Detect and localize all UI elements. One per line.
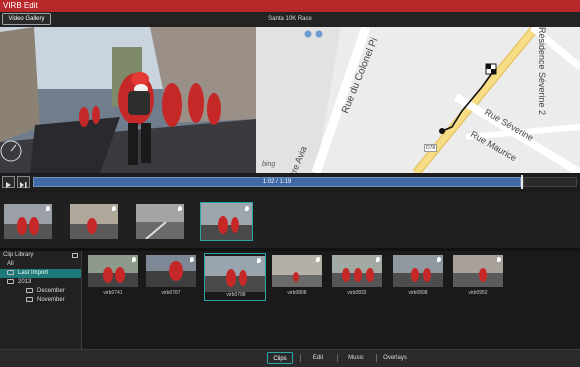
location-pin-icon	[132, 257, 136, 262]
edit-strip	[0, 192, 580, 248]
video-title: Santa 10K Race	[268, 16, 312, 22]
library-item-label: All	[7, 261, 14, 267]
clip-library-panel: Clip Library All Last Import 2013 Decemb…	[0, 251, 82, 349]
location-pin-icon	[376, 257, 380, 262]
clip-thumbnail[interactable]	[88, 255, 138, 287]
library-item-label: December	[37, 288, 65, 294]
location-pin-icon	[257, 258, 261, 263]
map-street-residence: Résidence Séverine 2	[537, 27, 547, 116]
bing-logo: bing	[262, 161, 276, 168]
location-pin-icon	[46, 206, 50, 211]
clip-label: virb0808	[287, 290, 307, 296]
strip-clip[interactable]	[136, 204, 184, 239]
step-forward-icon	[20, 182, 27, 188]
folder-icon	[26, 296, 33, 302]
timeline-handle[interactable]	[521, 175, 523, 189]
library-item-label: November	[37, 297, 65, 303]
add-folder-icon[interactable]	[72, 253, 78, 258]
library-item-2013[interactable]: 2013	[0, 278, 81, 287]
location-pin-icon	[497, 257, 501, 262]
clip-library-header: Clip Library	[0, 251, 81, 260]
tab-edit[interactable]: Edit	[306, 352, 330, 364]
library-item-all[interactable]: All	[0, 260, 81, 269]
next-frame-button[interactable]	[17, 176, 30, 188]
folder-icon	[7, 269, 14, 275]
library-item-label: Last Import	[18, 270, 49, 276]
library-item-december[interactable]: December	[0, 287, 81, 296]
location-pin-icon	[190, 257, 194, 262]
clip-thumbnail-selected[interactable]: virb0798	[204, 253, 266, 301]
clip-thumbnail[interactable]	[332, 255, 382, 287]
clip-library-title: Clip Library	[3, 252, 34, 258]
folder-icon	[26, 287, 33, 293]
clip-label: virb0898	[408, 290, 428, 296]
window-title: VIRB Edit	[0, 0, 580, 12]
library-item-last-import[interactable]: Last Import	[0, 269, 81, 278]
play-button[interactable]	[2, 176, 15, 188]
location-pin-icon	[178, 206, 182, 211]
timeline-remaining	[523, 177, 577, 187]
road-number-badge: D78	[424, 144, 438, 152]
clip-thumbnail[interactable]	[146, 255, 196, 287]
strip-clip-selected[interactable]	[200, 202, 253, 241]
location-pin-icon	[245, 206, 249, 211]
route-map[interactable]: Rue du Colonel Pi Rue Séverine Rue Mauri…	[256, 27, 580, 173]
tab-separator	[300, 354, 301, 362]
clip-label: virb0787	[161, 290, 181, 296]
clip-thumbnail[interactable]	[393, 255, 443, 287]
library-item-november[interactable]: November	[0, 296, 81, 305]
location-pin-icon	[437, 257, 441, 262]
folder-icon	[7, 278, 14, 284]
tab-music[interactable]: Music	[343, 352, 369, 364]
tab-clips[interactable]: Clips	[267, 352, 293, 364]
clip-thumbnail[interactable]	[453, 255, 503, 287]
video-preview[interactable]	[0, 27, 256, 173]
clip-grid: virb0741 virb0787 virb0798 virb0808 virb…	[82, 251, 580, 349]
timecode: 1:02 / 1:19	[262, 179, 292, 185]
clip-label: virb0952	[468, 290, 488, 296]
tab-separator	[376, 354, 377, 362]
clip-label: virb0798	[226, 292, 246, 298]
strip-clip[interactable]	[70, 204, 118, 239]
location-pin-icon	[316, 257, 320, 262]
location-pin-icon	[112, 206, 116, 211]
tab-separator	[337, 354, 338, 362]
clip-label: virb0832	[347, 290, 367, 296]
strip-clip[interactable]	[4, 204, 52, 239]
play-icon	[6, 182, 11, 188]
tab-overlays[interactable]: Overlays	[381, 352, 409, 364]
library-item-label: 2013	[18, 279, 32, 285]
clip-label: virb0741	[103, 290, 123, 296]
clip-thumbnail[interactable]	[272, 255, 322, 287]
